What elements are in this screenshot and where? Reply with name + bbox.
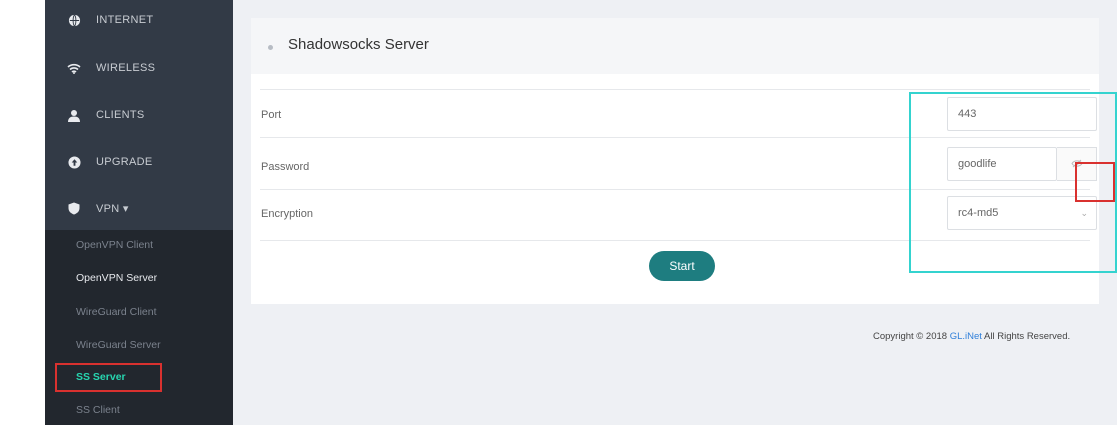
nav-label: VPN ▾ (96, 202, 129, 215)
lower-background (233, 350, 1117, 425)
eye-button-highlight (1075, 162, 1115, 202)
nav-item-vpn[interactable]: VPN ▾ (45, 185, 233, 231)
main-content: Shadowsocks Server Port 443 Password goo… (233, 0, 1117, 425)
shadowsocks-server-panel: Shadowsocks Server Port 443 Password goo… (251, 18, 1117, 304)
nav-item-internet[interactable]: INTERNET (45, 0, 233, 40)
nav-item-upgrade[interactable]: UPGRADE (45, 139, 233, 185)
nav-label: UPGRADE (96, 156, 153, 168)
nav-label: WIRELESS (96, 62, 156, 74)
port-label: Port (261, 109, 282, 121)
globe-icon (66, 14, 82, 27)
bullet-icon (268, 45, 273, 50)
panel-header: Shadowsocks Server (251, 18, 1099, 74)
gl-inet-link[interactable]: GL.iNet (950, 331, 982, 342)
copyright-suffix: All Rights Reserved. (981, 331, 1071, 342)
nav-item-clients[interactable]: CLIENTS (45, 92, 233, 138)
sidebar: INTERNET WIRELESS CLIENTS UPGRADE VPN ▾ … (45, 0, 233, 425)
copyright-prefix: Copyright © 2018 (873, 331, 950, 342)
vpn-submenu: OpenVPN Client OpenVPN Server WireGuard … (45, 230, 233, 425)
encryption-label: Encryption (261, 208, 313, 220)
divider (260, 89, 1090, 90)
panel-title: Shadowsocks Server (288, 36, 429, 53)
copyright-footer: Copyright © 2018 GL.iNet All Rights Rese… (873, 331, 1070, 342)
submenu-wireguard-server[interactable]: WireGuard Server (76, 339, 161, 351)
submenu-wireguard-client[interactable]: WireGuard Client (76, 306, 157, 318)
submenu-openvpn-server[interactable]: OpenVPN Server (76, 272, 157, 284)
nav-label: CLIENTS (96, 109, 145, 121)
upgrade-icon (66, 155, 82, 169)
nav-label: INTERNET (96, 14, 154, 26)
start-button[interactable]: Start (649, 251, 715, 281)
nav-item-wireless[interactable]: WIRELESS (45, 45, 233, 91)
shield-icon (66, 202, 82, 215)
submenu-ss-client[interactable]: SS Client (76, 404, 120, 416)
submenu-openvpn-client[interactable]: OpenVPN Client (76, 239, 153, 251)
wifi-icon (66, 63, 82, 74)
user-icon (66, 109, 82, 122)
ss-server-highlight (55, 363, 162, 392)
password-label: Password (261, 161, 310, 173)
